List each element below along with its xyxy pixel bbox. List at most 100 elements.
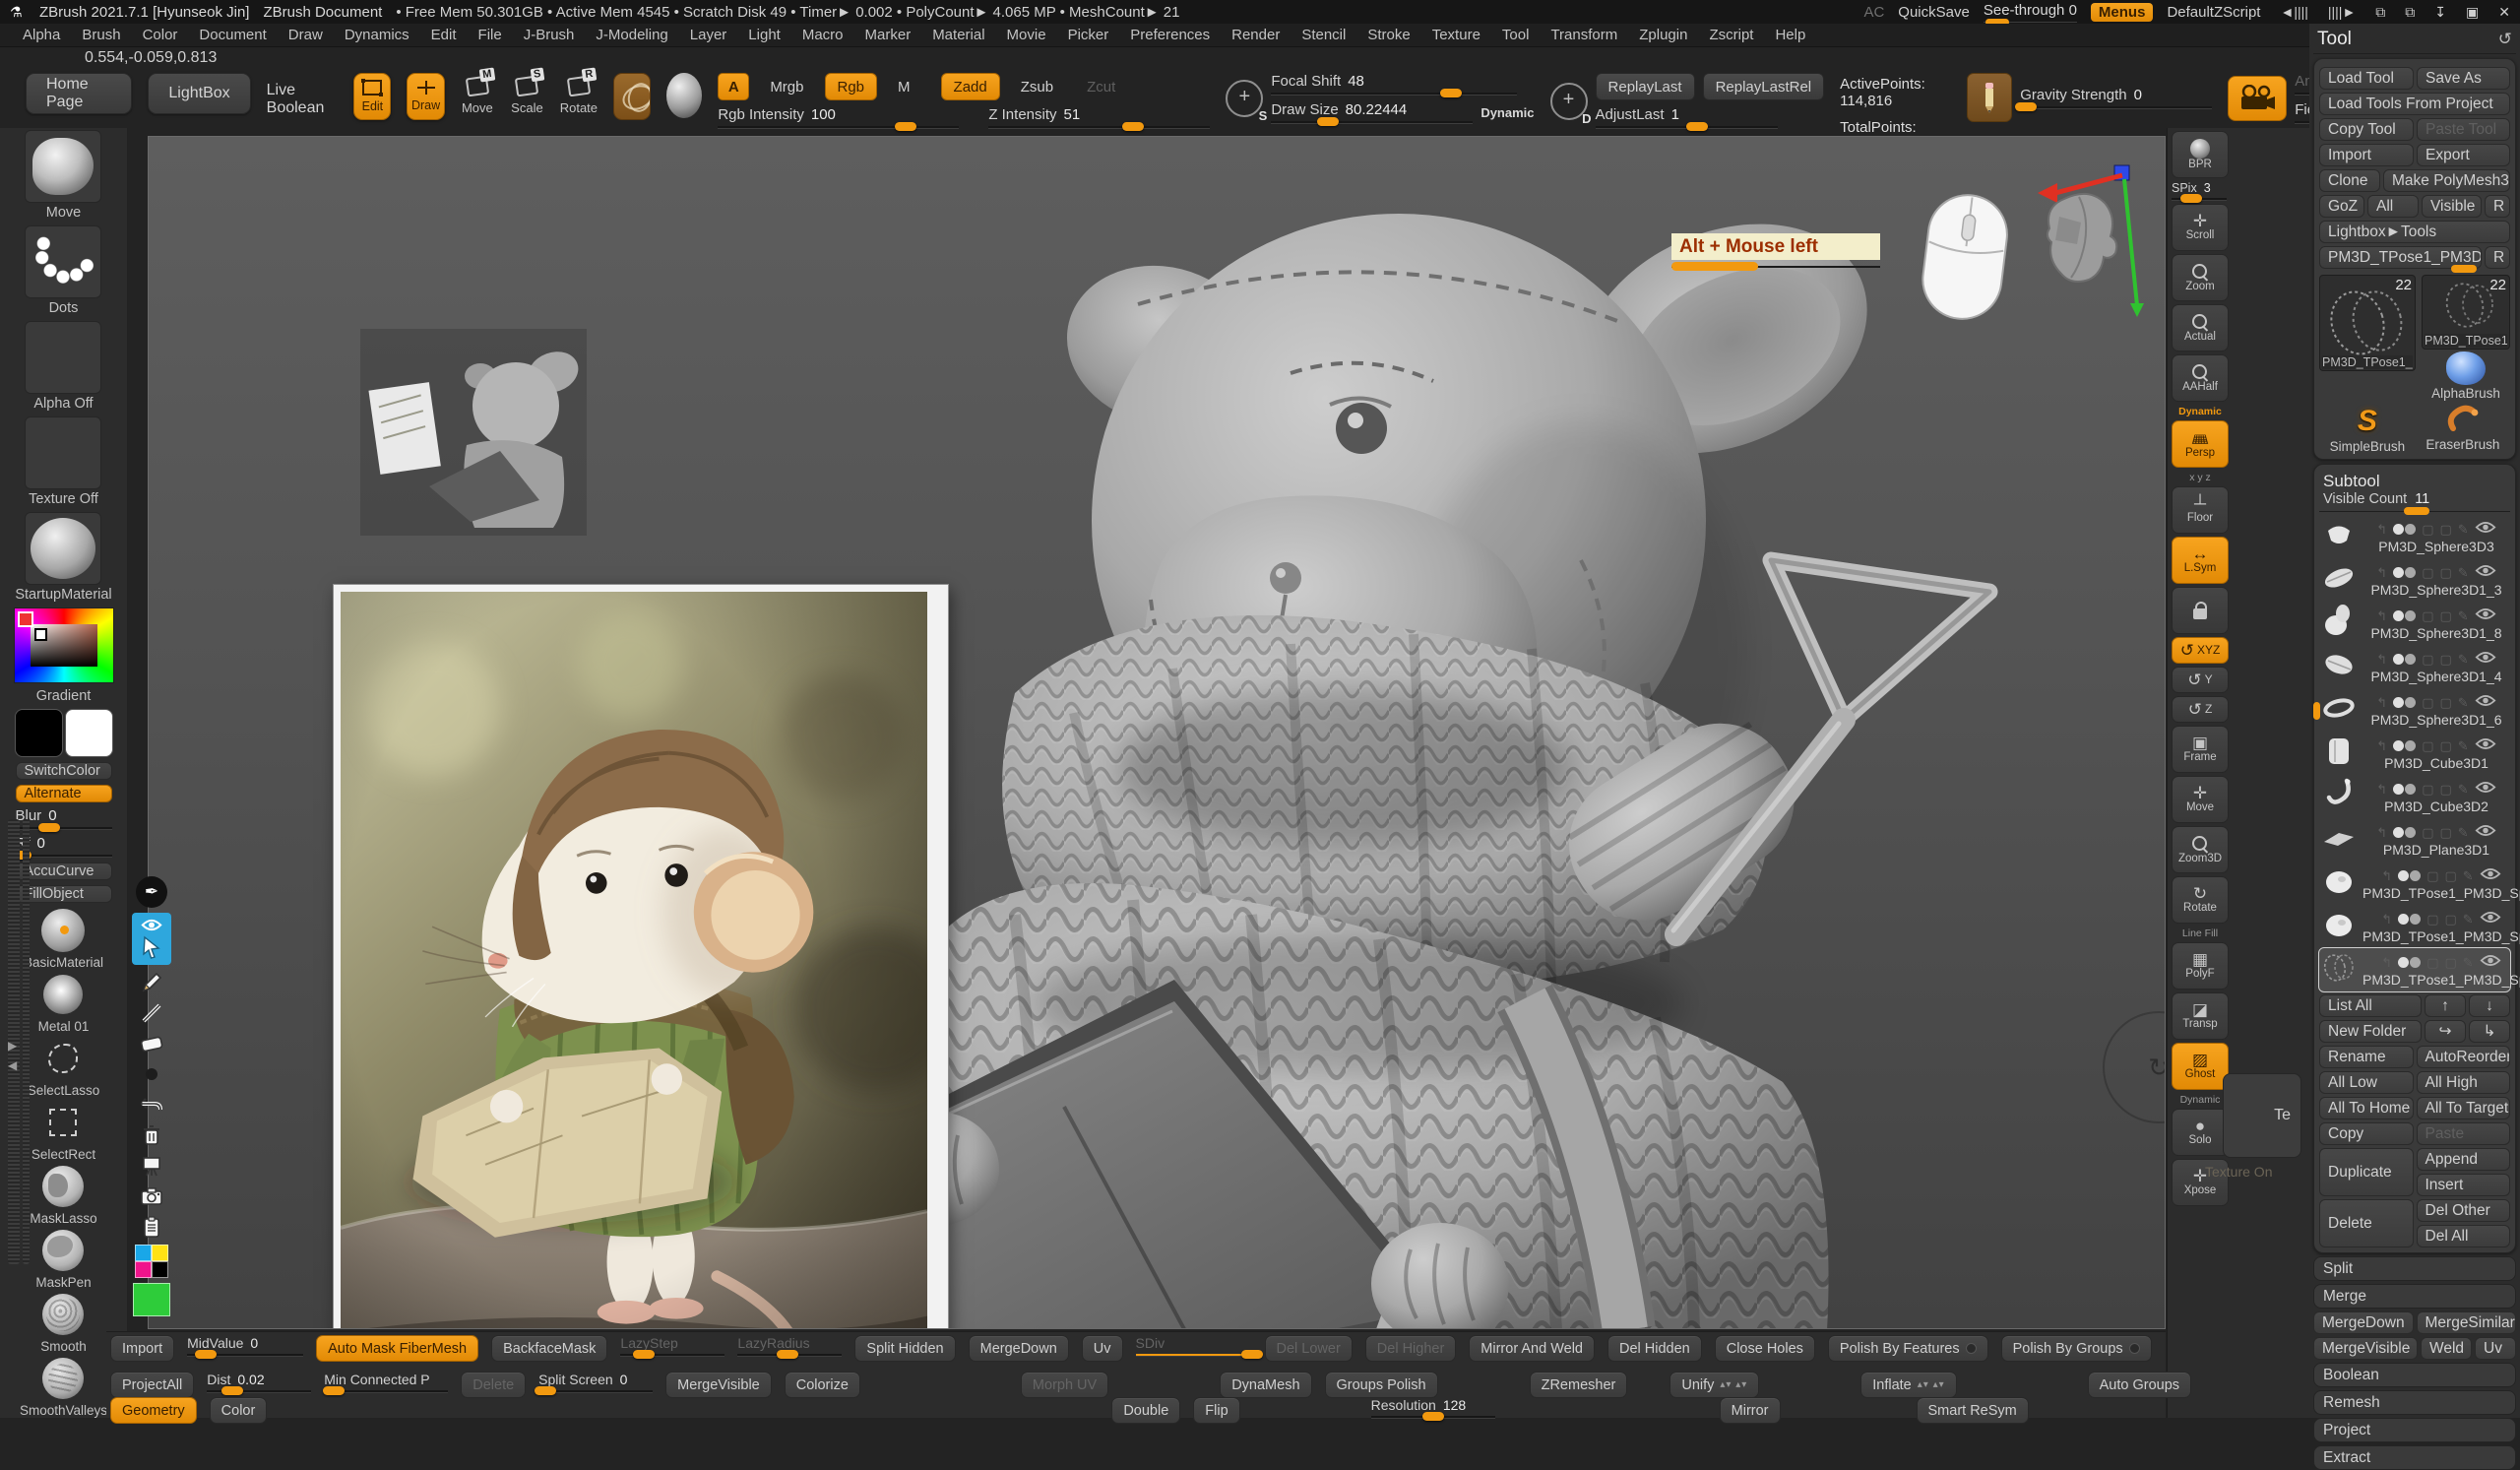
focal-shift-dial-icon[interactable]: S <box>1226 80 1263 117</box>
append-button[interactable]: Append <box>2417 1148 2511 1171</box>
undo-icon[interactable] <box>138 1092 165 1118</box>
menu-texture[interactable]: Texture <box>1423 25 1489 45</box>
bottom-mirror-and-weld-button[interactable]: Mirror And Weld <box>1469 1335 1595 1362</box>
bottom-flip-button[interactable]: Flip <box>1193 1397 1239 1424</box>
copy-subtool-button[interactable]: Copy <box>2319 1122 2414 1145</box>
project-section-header[interactable]: Project <box>2313 1418 2516 1442</box>
bottom-delete-button[interactable]: Delete <box>461 1372 526 1398</box>
eye-icon[interactable] <box>2480 911 2501 928</box>
bottom-dynamesh-button[interactable]: DynaMesh <box>1220 1372 1311 1398</box>
export-button[interactable]: Export <box>2417 144 2510 166</box>
bottom-unify-button[interactable]: Unify▴▾ ▴▾ <box>1670 1372 1759 1398</box>
bottom-mergedown-button[interactable]: MergeDown <box>969 1335 1069 1362</box>
texture-on-label[interactable]: Texture On <box>2205 1164 2272 1180</box>
menu-j-modeling[interactable]: J-Modeling <box>587 25 676 45</box>
eye-icon[interactable] <box>2480 954 2501 972</box>
tray-item-startupmaterial[interactable]: StartupMaterial <box>15 512 111 603</box>
layer-icon[interactable]: ▢ <box>2426 868 2438 884</box>
persp-button[interactable]: ▦Persp <box>2172 420 2229 468</box>
lazy-mouse-pencil-icon[interactable] <box>1967 73 2012 122</box>
rotate-mode-button[interactable]: R Rotate <box>560 73 598 115</box>
sculpt-mode-zadd[interactable]: Zadd <box>941 73 1000 100</box>
zoom3d-button[interactable]: Zoom3D <box>2172 826 2229 873</box>
rf-slider[interactable]: Rf0 <box>16 835 112 858</box>
layer-icon[interactable]: ▢ <box>2422 782 2433 798</box>
simplebrush-item[interactable]: S SimpleBrush <box>2330 405 2406 454</box>
insert-button[interactable]: Insert <box>2417 1174 2511 1196</box>
tray-expand-arrow[interactable]: ◀ <box>8 1058 17 1072</box>
spix-slider[interactable]: SPix3 <box>2172 181 2227 201</box>
edit-subtool-icon[interactable]: ✎ <box>2458 565 2469 581</box>
goz-button[interactable]: GoZ <box>2319 195 2364 218</box>
tray-item-texture-off[interactable]: Texture Off <box>25 416 101 507</box>
bottom-double-button[interactable]: Double <box>1111 1397 1180 1424</box>
solo-button[interactable]: ●Solo <box>2172 1109 2229 1156</box>
black-swatch[interactable] <box>152 1261 168 1278</box>
bottom-close-holes-button[interactable]: Close Holes <box>1715 1335 1815 1362</box>
new-folder-button[interactable]: New Folder <box>2319 1020 2422 1043</box>
layer-icon[interactable]: ▢ <box>2426 912 2438 927</box>
mask-icon[interactable]: ▢ <box>2440 652 2452 668</box>
restore-icon[interactable]: ▣ <box>2466 4 2479 21</box>
bottom-slider-midvalue[interactable]: MidValue0 <box>187 1335 303 1357</box>
spin-arrows-icon[interactable]: ▴▾ ▴▾ <box>1720 1379 1747 1390</box>
layer-icon[interactable]: ▢ <box>2422 652 2433 668</box>
alternate-button[interactable]: Alternate <box>16 785 112 802</box>
subtool-row[interactable]: ↰▢▢✎PM3D_Plane3D1 <box>2319 818 2510 862</box>
mask-icon[interactable]: ▢ <box>2445 868 2457 884</box>
layer-icon[interactable]: ▢ <box>2422 608 2433 624</box>
goz-r-button[interactable]: R <box>2485 195 2510 218</box>
edit-subtool-icon[interactable]: ✎ <box>2463 912 2474 927</box>
subtool-back-icon[interactable]: ↰ <box>2376 782 2387 798</box>
import-button[interactable]: Import <box>2319 144 2414 166</box>
goz-visible-button[interactable]: Visible <box>2422 195 2482 218</box>
alphabrush-item[interactable]: AlphaBrush <box>2431 352 2500 401</box>
aahalf-button[interactable]: AAHalf <box>2172 354 2229 402</box>
subtool-row[interactable]: ↰▢▢✎PM3D_Sphere3D1_8 <box>2319 602 2510 645</box>
swap-panel-left-icon[interactable]: ⧉ <box>2375 4 2385 21</box>
edit-subtool-icon[interactable]: ✎ <box>2458 608 2469 624</box>
mask-icon[interactable]: ▢ <box>2440 608 2452 624</box>
easel-icon[interactable] <box>138 1153 165 1179</box>
gizmo-y-axis[interactable] <box>2124 179 2137 305</box>
bottom-slider-lazystep[interactable]: LazyStep <box>620 1335 724 1357</box>
bottom-inflate-button[interactable]: Inflate▴▾ ▴▾ <box>1860 1372 1956 1398</box>
eye-icon[interactable] <box>2475 564 2496 582</box>
layer-icon[interactable]: ▢ <box>2426 955 2438 971</box>
replay-last-rel-button[interactable]: ReplayLastRel <box>1703 73 1825 100</box>
subtool-back-icon[interactable]: ↰ <box>2376 825 2387 841</box>
weld-button[interactable]: Weld <box>2421 1337 2472 1360</box>
bottom-morph-uv-button[interactable]: Morph UV <box>1021 1372 1108 1398</box>
cmyk-swatches[interactable] <box>135 1245 168 1278</box>
mask-icon[interactable]: ▢ <box>2440 522 2452 538</box>
menu-preferences[interactable]: Preferences <box>1121 25 1219 45</box>
menu-stencil[interactable]: Stencil <box>1292 25 1354 45</box>
eye-icon[interactable] <box>2475 781 2496 799</box>
layer-icon[interactable]: ▢ <box>2422 825 2433 841</box>
bottom-uv-button[interactable]: Uv <box>1082 1335 1123 1362</box>
color-picker[interactable] <box>14 607 114 683</box>
active-tool-slider-handle[interactable] <box>2451 265 2477 273</box>
move-mode-button[interactable]: M Move <box>461 73 495 115</box>
pin-icon[interactable]: ✒ <box>136 876 167 908</box>
texture-popup[interactable]: Te <box>2223 1073 2301 1158</box>
folder-down-button[interactable]: ↳ <box>2469 1020 2510 1043</box>
z-button[interactable]: ↺Z <box>2172 696 2229 723</box>
subtool-row[interactable]: ↰▢▢✎PM3D_Cube3D2 <box>2319 775 2510 818</box>
tray-item-alpha-off[interactable]: Alpha Off <box>25 321 101 412</box>
gizmo-x-arrow[interactable] <box>2038 183 2057 203</box>
bottom-colorize-button[interactable]: Colorize <box>785 1372 860 1398</box>
goz-all-button[interactable]: All <box>2367 195 2419 218</box>
yellow-swatch[interactable] <box>152 1245 168 1261</box>
menu-tool[interactable]: Tool <box>1493 25 1539 45</box>
bottom-geometry-button[interactable]: Geometry <box>110 1397 197 1424</box>
adjust-last-slider[interactable]: AdjustLast1 <box>1596 106 1778 129</box>
all-to-target-button[interactable]: All To Target <box>2417 1097 2511 1119</box>
bpr-button[interactable]: BPR <box>2172 131 2229 178</box>
tray-item-move[interactable]: Move <box>25 130 101 221</box>
subtool-row[interactable]: ↰▢▢✎PM3D_Cube3D1 <box>2319 732 2510 775</box>
adjust-dial-icon[interactable]: D <box>1550 83 1588 120</box>
eye-icon[interactable] <box>2475 737 2496 755</box>
subtool-back-icon[interactable]: ↰ <box>2376 522 2387 538</box>
polypaint-icon[interactable] <box>2398 914 2409 925</box>
